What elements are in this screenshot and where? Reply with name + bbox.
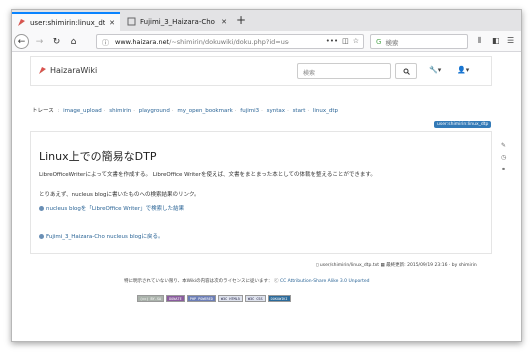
browser-window: user:shimirin:linux_dtp [Hai ✕ Fujimi_3_… — [11, 9, 522, 342]
footer-badge[interactable]: PHP POWERED — [186, 295, 216, 302]
last-modified: 最終更新: 2015/09/19 23:16 — [386, 263, 448, 268]
backlinks-icon[interactable]: ⚭ — [501, 166, 506, 173]
url-path: /~shimirin/dokuwiki/doku.php?id=user:s — [169, 37, 290, 46]
wiki-logo[interactable]: HaizaraWiki — [38, 66, 97, 75]
footer-badge[interactable]: W3C CSS — [244, 295, 266, 302]
search-result-link[interactable]: nucleus blogを「LibreOffice Writer」で検索した結果 — [39, 204, 184, 212]
reload-icon[interactable]: ↻ — [49, 34, 64, 49]
search-icon — [403, 68, 410, 75]
menu-icon[interactable]: ☰ — [507, 36, 514, 45]
breadcrumb-item[interactable]: shimirin — [109, 108, 131, 114]
info-icon[interactable]: ⓘ — [102, 38, 109, 48]
url-domain: www.haizara.net — [115, 37, 170, 46]
tab-title: Fujimi_3_Haizara-Cho [Re — [140, 17, 217, 26]
haizara-logo-icon — [39, 67, 46, 74]
tab-fujimi[interactable]: Fujimi_3_Haizara-Cho [Re ✕ — [122, 12, 232, 31]
pocket-icon[interactable]: ◫ — [342, 37, 349, 45]
edit-pencil-icon[interactable]: ✎ — [501, 142, 506, 149]
navigation-bar: ← → ↻ ⌂ ⓘ www.haizara.net /~shimirin/dok… — [12, 31, 521, 52]
external-link-globe-icon — [39, 205, 44, 211]
breadcrumb-item[interactable]: playground — [139, 108, 170, 114]
license-text: 特に明示されていない限り、本Wikiの内容は次のライセンスに従います： — [124, 279, 273, 284]
footer-badges: (cc) BY-SA DONATE PHP POWERED W3C HTML5 W3C … — [137, 295, 291, 302]
breadcrumb-item[interactable]: syntax — [267, 108, 285, 114]
breadcrumb-item[interactable]: my_open_bookmark — [177, 108, 232, 114]
library-icon[interactable]: ⫴ — [478, 36, 481, 46]
sidebar-icon[interactable]: ◧ — [492, 36, 500, 45]
home-icon[interactable]: ⌂ — [66, 34, 81, 49]
footer-badge[interactable]: (cc) BY-SA — [137, 295, 165, 302]
breadcrumb: トレース : image_upload · shimirin · playgroun… — [32, 108, 339, 114]
tab-linux-dtp[interactable]: user:shimirin:linux_dtp [Hai ✕ — [12, 12, 120, 31]
license-link[interactable]: CC Attribution-Share Alike 3.0 Unported — [280, 279, 370, 284]
back-arrow-icon[interactable]: ← — [14, 34, 29, 49]
google-search-icon: G — [376, 37, 382, 46]
search-placeholder: 検索 — [385, 38, 399, 47]
footer-badge[interactable]: DONATE — [166, 295, 185, 302]
page-info: ▯ user/shimirin/linux_dtp.txt ▦ 最終更新: 20… — [316, 263, 477, 268]
breadcrumb-item[interactable]: fujimi3 — [240, 108, 259, 114]
tab-strip: user:shimirin:linux_dtp [Hai ✕ Fujimi_3_… — [12, 10, 521, 31]
footer-badge[interactable]: W3C HTML5 — [217, 295, 243, 302]
breadcrumb-item[interactable]: linux_dtp — [313, 108, 338, 114]
breadcrumb-item[interactable]: start — [293, 108, 306, 114]
wiki-search-button[interactable] — [395, 63, 417, 79]
license-notice: 特に明示されていない限り、本Wikiの内容は次のライセンスに従います： ⓒ CC… — [124, 278, 369, 284]
modified-by: by shimirin — [451, 263, 477, 268]
page-side-tools: ✎ ◷ ⚭ — [501, 142, 506, 173]
user-dropdown-icon[interactable]: 👤▾ — [457, 66, 469, 74]
page-title: Linux上での簡易なDTP — [39, 150, 157, 163]
file-icon: ▯ — [316, 263, 319, 268]
back-to-blog-link[interactable]: Fujimi_3_Haizara-Cho nucleus blogに戻る。 — [39, 232, 164, 240]
browser-search-input[interactable]: G 検索 — [370, 34, 468, 49]
wiki-favicon-icon — [17, 18, 26, 27]
breadcrumb-item[interactable]: image_upload — [63, 108, 102, 114]
close-tab-icon[interactable]: ✕ — [221, 18, 227, 26]
page-actions-icon[interactable]: ••• — [326, 37, 338, 45]
history-clock-icon[interactable]: ◷ — [501, 154, 506, 161]
breadcrumb-label: トレース — [32, 108, 54, 114]
external-link-globe-icon — [39, 233, 44, 239]
page-body: Linux上での簡易なDTP LibreOfficeWriterによって文書を作… — [30, 131, 492, 254]
forward-arrow-icon[interactable]: → — [32, 34, 47, 49]
page-note: とりあえず、nucleus blogに書いたものへの検索結果のリンク。 — [39, 192, 200, 198]
wiki-header: HaizaraWiki 検索 🔧▾ 👤▾ — [30, 56, 492, 86]
page-file: user/shimirin/linux_dtp.txt — [319, 263, 380, 268]
page-favicon-icon — [127, 17, 136, 26]
page-id-badge[interactable]: user:shimirin:linux_dtp — [434, 121, 492, 128]
wiki-search-input[interactable]: 検索 — [297, 63, 391, 79]
close-tab-icon[interactable]: ✕ — [109, 19, 115, 27]
tools-dropdown-wrench-icon[interactable]: 🔧▾ — [429, 66, 441, 74]
footer-badge[interactable]: DOKUWIKI — [267, 295, 291, 302]
site-name: HaizaraWiki — [50, 66, 98, 75]
new-tab-icon[interactable]: + — [236, 13, 246, 27]
tab-title: user:shimirin:linux_dtp [Hai — [30, 18, 106, 27]
bookmark-star-icon[interactable]: ☆ — [353, 37, 359, 45]
url-bar[interactable]: ⓘ www.haizara.net /~shimirin/dokuwiki/do… — [96, 34, 364, 49]
page-content: HaizaraWiki 検索 🔧▾ 👤▾ トレース : image_upload… — [12, 52, 521, 341]
page-intro: LibreOfficeWriterによって文書を作成する。 LibreOffic… — [39, 172, 376, 178]
